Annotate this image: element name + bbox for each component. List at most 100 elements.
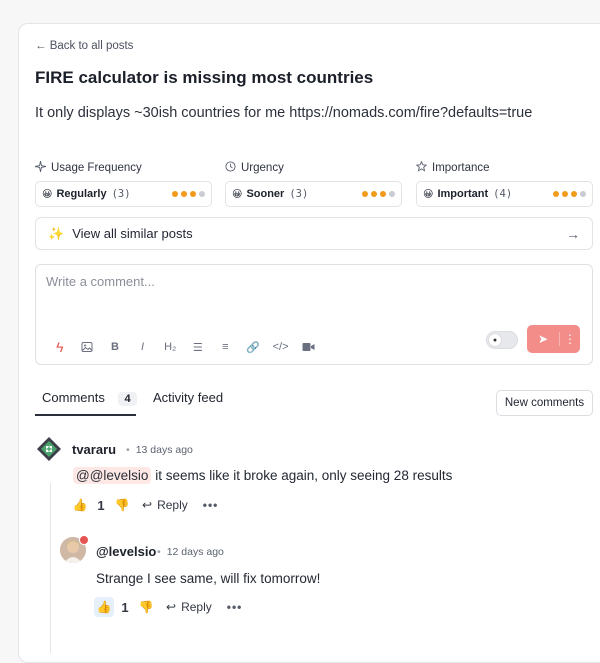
tab-comments[interactable]: Comments 4 xyxy=(42,390,137,406)
comment-time-value: 12 days ago xyxy=(166,546,224,558)
metric-label: Usage Frequency xyxy=(51,162,142,174)
view-similar-posts-button[interactable]: ✨ View all similar posts → xyxy=(35,217,593,250)
comments-count-badge: 4 xyxy=(118,392,137,406)
bolt-icon[interactable]: ϟ xyxy=(46,337,74,357)
post-title: FIRE calculator is missing most countrie… xyxy=(35,68,374,87)
back-to-posts-link[interactable]: ← Back to all posts xyxy=(35,40,133,52)
sparkles-icon: ✨ xyxy=(48,225,65,241)
metric-value: Important xyxy=(437,188,489,200)
level-dot xyxy=(181,191,187,197)
bold-icon[interactable]: B xyxy=(101,337,129,357)
preview-toggle[interactable]: ● xyxy=(486,331,518,349)
send-button[interactable]: ➤ ⋮ xyxy=(527,325,580,353)
comment-text: Strange I see same, will fix tomorrow! xyxy=(96,571,321,586)
tab-comments-label: Comments xyxy=(42,390,105,405)
comment-actions: 👍 1 👎 ↩ Reply ••• xyxy=(70,495,218,515)
metric-count: (3) xyxy=(289,188,309,200)
sparkle-icon xyxy=(34,160,47,175)
metrics-row: Usage Frequency 😀 Regularly (3) Urgency … xyxy=(34,160,593,210)
reply-label: Reply xyxy=(157,498,188,512)
numbered-list-icon[interactable]: ≡ xyxy=(212,337,240,357)
level-dot xyxy=(172,191,178,197)
metric-value: Regularly xyxy=(56,188,107,200)
post-card: ← Back to all posts FIRE calculator is m… xyxy=(18,23,600,663)
heading-icon[interactable]: H₂ xyxy=(156,337,184,357)
comment-input[interactable]: Write a comment... xyxy=(46,274,155,289)
level-dot xyxy=(389,191,395,197)
post-description: It only displays ~30ish countries for me… xyxy=(35,105,533,121)
comment-composer[interactable]: Write a comment... ϟ B I H₂ ☰ ≡ 🔗 </> ● xyxy=(35,264,593,365)
comment-body: it seems like it broke again, only seein… xyxy=(151,468,453,483)
level-dot xyxy=(199,191,205,197)
level-dots xyxy=(553,191,586,197)
level-dot xyxy=(380,191,386,197)
level-dot xyxy=(571,191,577,197)
reply-label: Reply xyxy=(181,600,212,614)
level-dot xyxy=(362,191,368,197)
clock-icon xyxy=(225,161,236,175)
comment-text: @@levelsio it seems like it broke again,… xyxy=(73,467,453,484)
image-icon[interactable] xyxy=(74,337,102,357)
metric-select[interactable]: 😀 Sooner (3) xyxy=(225,181,402,207)
code-icon[interactable]: </> xyxy=(267,337,295,357)
level-dot xyxy=(190,191,196,197)
verified-badge-icon xyxy=(79,535,89,545)
separator-dot: • xyxy=(157,546,161,558)
thumbs-down-icon[interactable]: 👎 xyxy=(112,498,132,512)
thumbs-up-icon[interactable]: 👍 xyxy=(70,498,90,512)
comment-author[interactable]: @levelsio xyxy=(96,544,156,559)
reply-button[interactable]: ↩ Reply xyxy=(166,600,212,614)
level-dots xyxy=(362,191,395,197)
comment-time-value: 13 days ago xyxy=(135,444,193,456)
metric-usage-frequency: Usage Frequency 😀 Regularly (3) xyxy=(34,160,212,207)
active-tab-underline xyxy=(35,414,136,416)
more-vertical-icon[interactable]: ⋮ xyxy=(559,332,580,346)
like-count: 1 xyxy=(97,497,105,513)
level-dot xyxy=(553,191,559,197)
thumbs-up-icon[interactable]: 👍 xyxy=(94,597,114,617)
send-icon: ➤ xyxy=(537,332,549,346)
similar-label: View all similar posts xyxy=(72,226,193,241)
bullet-list-icon[interactable]: ☰ xyxy=(184,337,212,357)
metric-count: (4) xyxy=(493,188,513,200)
comment-author[interactable]: tvararu xyxy=(72,442,116,457)
video-icon[interactable] xyxy=(294,337,322,357)
comment-time: • 12 days ago xyxy=(151,546,224,558)
italic-icon[interactable]: I xyxy=(129,337,157,357)
metric-select[interactable]: 😀 Important (4) xyxy=(416,181,593,207)
level-dots xyxy=(172,191,205,197)
star-icon xyxy=(415,160,428,175)
more-options-icon[interactable]: ••• xyxy=(203,498,219,512)
tab-activity-label: Activity feed xyxy=(153,390,224,405)
reply-button[interactable]: ↩ Reply xyxy=(142,498,188,512)
eye-icon: ● xyxy=(489,334,501,346)
comment-actions: 👍 1 👎 ↩ Reply ••• xyxy=(94,597,242,617)
metric-label: Importance xyxy=(432,162,490,174)
formatting-toolbar: ϟ B I H₂ ☰ ≡ 🔗 </> xyxy=(46,337,322,357)
metric-importance: Importance 😀 Important (4) xyxy=(415,160,593,207)
thumbs-down-icon[interactable]: 👎 xyxy=(136,600,156,614)
like-count: 1 xyxy=(121,599,129,615)
link-icon[interactable]: 🔗 xyxy=(239,337,267,357)
tab-activity-feed[interactable]: Activity feed xyxy=(153,390,223,405)
avatar[interactable] xyxy=(36,436,62,462)
reply-icon: ↩ xyxy=(142,498,153,512)
new-comments-label: New comments xyxy=(504,397,585,409)
metric-label: Urgency xyxy=(241,162,284,174)
back-link-label: ← Back to all posts xyxy=(35,40,134,52)
metric-count: (3) xyxy=(111,188,131,200)
comment-time: • 13 days ago xyxy=(120,444,193,456)
level-dot xyxy=(580,191,586,197)
more-options-icon[interactable]: ••• xyxy=(227,600,243,614)
metric-value: Sooner xyxy=(246,188,285,200)
smiley-icon: 😀 xyxy=(232,188,243,200)
smiley-icon: 😀 xyxy=(42,188,53,200)
arrow-right-icon: → xyxy=(566,225,580,242)
level-dot xyxy=(371,191,377,197)
metric-select[interactable]: 😀 Regularly (3) xyxy=(35,181,212,207)
thread-line xyxy=(50,483,51,653)
smiley-icon: 😀 xyxy=(423,188,434,200)
mention[interactable]: @@levelsio xyxy=(73,467,152,484)
new-comments-button[interactable]: New comments xyxy=(496,390,593,416)
metric-urgency: Urgency 😀 Sooner (3) xyxy=(225,160,402,207)
